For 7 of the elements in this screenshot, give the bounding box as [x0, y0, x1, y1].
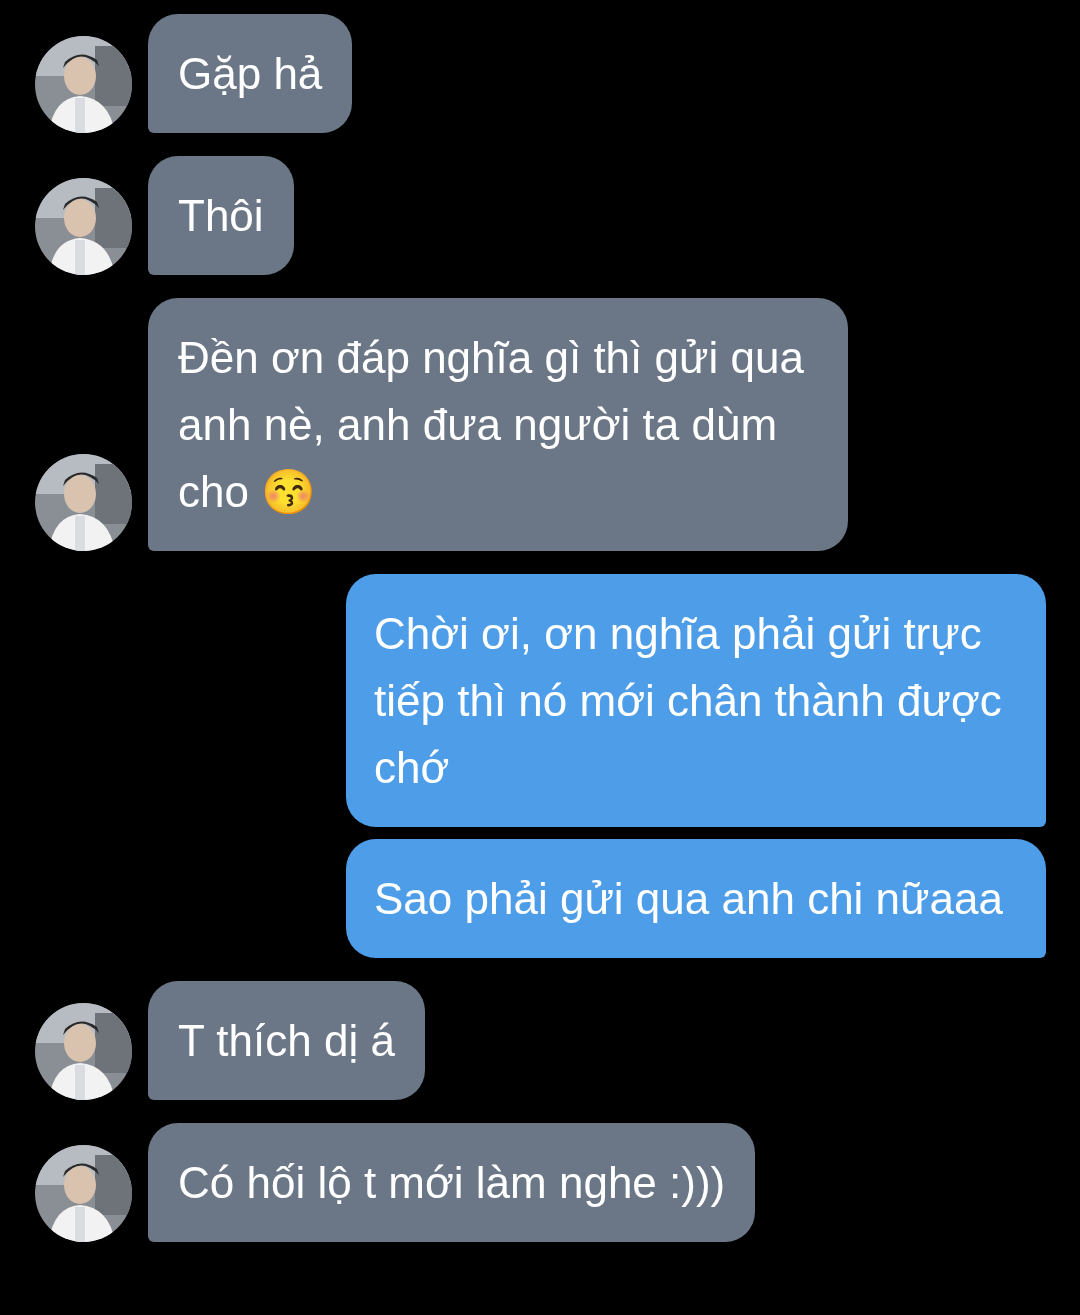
message-bubble: Đền ơn đáp nghĩa gì thì gửi qua anh nè, anh đưa người ta dùm cho 😚 — [148, 298, 848, 551]
message-bubble: Sao phải gửi qua anh chi nữaaa — [346, 839, 1046, 958]
message-bubble: Chời ơi, ơn nghĩa phải gửi trực tiếp thì nó mới chân thành được chớ — [346, 574, 1046, 827]
message-bubble: Thôi — [148, 156, 294, 275]
message-bubble: Có hối lộ t mới làm nghe :))) — [148, 1123, 756, 1242]
message-bubble: Gặp hả — [148, 14, 353, 133]
message-bubble: T thích dị á — [148, 981, 425, 1100]
